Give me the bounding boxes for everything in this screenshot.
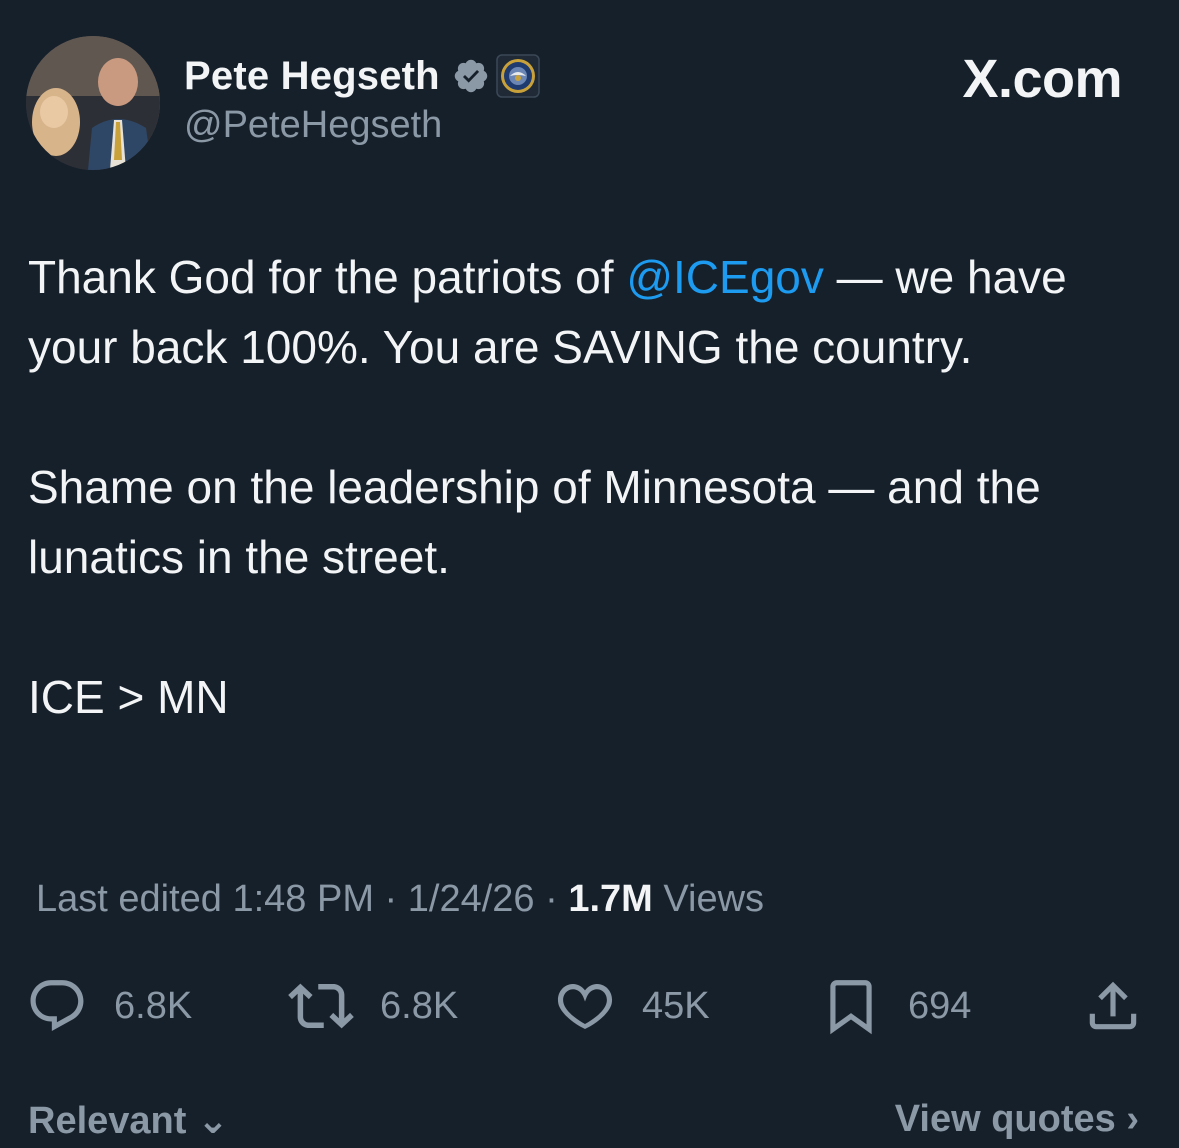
author-display-name[interactable]: Pete Hegseth bbox=[184, 54, 440, 99]
reply-button[interactable]: 6.8K bbox=[26, 974, 192, 1038]
tweet-header: Pete Hegseth @PeteHegseth X.com bbox=[26, 36, 1156, 172]
bookmark-icon bbox=[830, 980, 872, 1035]
department-seal-icon[interactable] bbox=[496, 54, 540, 98]
edited-timestamp[interactable]: Last edited 1:48 PM · 1/24/26 · bbox=[36, 878, 568, 920]
like-count: 45K bbox=[642, 984, 710, 1027]
repost-button[interactable]: 6.8K bbox=[288, 974, 458, 1038]
tweet-paragraph-1: Thank God for the patriots of @ICEgov — … bbox=[28, 242, 1168, 382]
author-handle[interactable]: @PeteHegseth bbox=[184, 104, 540, 147]
author-info: Pete Hegseth @PeteHegseth bbox=[184, 50, 540, 147]
reply-count: 6.8K bbox=[114, 984, 193, 1027]
heart-icon bbox=[557, 984, 613, 1029]
bookmark-button[interactable]: 694 bbox=[820, 974, 971, 1038]
views-count: 1.7M bbox=[568, 878, 653, 920]
tweet-text-segment: Thank God for the patriots of bbox=[28, 251, 627, 303]
view-quotes-link[interactable]: View quotes › bbox=[895, 1098, 1139, 1141]
views-label: Views bbox=[652, 878, 765, 920]
tweet-meta: Last edited 1:48 PM · 1/24/26 · 1.7M Vie… bbox=[36, 878, 764, 921]
reply-icon bbox=[30, 980, 84, 1031]
tweet-text: Thank God for the patriots of @ICEgov — … bbox=[28, 242, 1168, 732]
repost-count: 6.8K bbox=[380, 984, 459, 1027]
tweet-paragraph-2: Shame on the leadership of Minnesota — a… bbox=[28, 461, 1041, 583]
repost-icon bbox=[288, 983, 354, 1029]
sort-relevant-dropdown[interactable]: Relevant ⌄ bbox=[28, 1098, 229, 1143]
like-button[interactable]: 45K bbox=[554, 974, 710, 1038]
verified-badge-icon[interactable] bbox=[452, 57, 490, 95]
tweet-paragraph-3: ICE > MN bbox=[28, 671, 229, 723]
share-button[interactable] bbox=[1082, 974, 1144, 1038]
site-brand: X.com bbox=[962, 49, 1122, 109]
bookmark-count: 694 bbox=[908, 984, 972, 1027]
action-bar: 6.8K 6.8K 45K 694 bbox=[26, 974, 1146, 1038]
mention-link[interactable]: @ICEgov bbox=[626, 251, 824, 303]
reply-controls: Relevant ⌄ View quotes › bbox=[0, 1098, 1179, 1148]
share-icon bbox=[1089, 981, 1137, 1030]
avatar[interactable] bbox=[26, 36, 160, 170]
